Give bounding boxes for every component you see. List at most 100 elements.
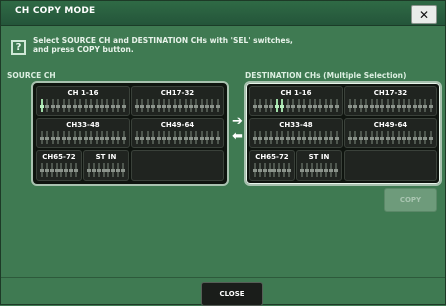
destination-chs-label: DESTINATION CHs (Multiple Selection) — [245, 71, 407, 80]
fader — [291, 99, 296, 112]
source-block-label: ST IN — [95, 153, 117, 161]
fader — [121, 131, 126, 144]
fader — [319, 163, 324, 177]
title-bar: CH COPY MODE ✕ — [1, 1, 445, 26]
dest-block-ch33-48[interactable]: CH33-48 — [249, 118, 343, 148]
fader — [323, 99, 328, 112]
fader — [418, 131, 423, 144]
fader — [167, 131, 172, 144]
fader — [110, 99, 115, 112]
fader — [83, 131, 88, 144]
fader — [391, 131, 396, 144]
window-title: CH COPY MODE — [15, 6, 96, 16]
fader — [285, 99, 290, 112]
fader — [72, 99, 77, 112]
dest-block-ch1-16[interactable]: CH 1-16 — [249, 86, 343, 116]
dest-faders-ch65-72 — [253, 163, 291, 177]
fader — [106, 163, 111, 177]
fader — [151, 131, 156, 144]
fader — [333, 163, 338, 177]
fader — [120, 163, 125, 177]
fader — [263, 99, 268, 112]
fader — [140, 131, 145, 144]
fader — [304, 163, 309, 177]
fader — [69, 163, 74, 177]
fader — [385, 99, 390, 112]
fader — [183, 131, 188, 144]
fader — [161, 131, 166, 144]
fader — [183, 99, 188, 112]
fader — [412, 131, 417, 144]
source-block-ch33-48[interactable]: CH33-48 — [36, 118, 130, 148]
close-button[interactable]: CLOSE — [201, 282, 263, 306]
fader — [45, 99, 50, 112]
fader — [49, 163, 54, 177]
dest-faders-ch1-16 — [253, 99, 339, 112]
source-block-ch17-32[interactable]: CH17-32 — [131, 86, 224, 116]
fader — [296, 99, 301, 112]
fader — [253, 131, 257, 144]
fader — [167, 99, 172, 112]
source-faders-ch49-64 — [135, 131, 220, 144]
fader — [358, 99, 363, 112]
fader — [369, 99, 374, 112]
close-window-button[interactable]: ✕ — [411, 5, 437, 24]
fader — [369, 131, 374, 144]
fader — [318, 131, 323, 144]
ch-copy-mode-window: CH COPY MODE ✕ ? Select SOURCE CH and DE… — [0, 0, 446, 306]
fader — [307, 131, 312, 144]
fader — [272, 163, 277, 177]
fader — [172, 99, 177, 112]
fader — [194, 99, 199, 112]
fader — [73, 163, 78, 177]
dest-block-ch49-64[interactable]: CH49-64 — [344, 118, 437, 148]
fader — [56, 99, 61, 112]
fader — [89, 99, 94, 112]
source-block-ch65-72[interactable]: CH65-72 — [36, 150, 82, 181]
dest-block-label: CH 1-16 — [280, 89, 312, 97]
fader — [94, 131, 99, 144]
arrow-left-icon: ⬅ — [232, 129, 243, 144]
dest-block-ch17-32[interactable]: CH17-32 — [344, 86, 437, 116]
dest-block-ch65-72[interactable]: CH65-72 — [249, 150, 295, 181]
source-block-ch49-64[interactable]: CH49-64 — [131, 118, 224, 148]
fader — [285, 131, 290, 144]
source-block-ch1-16[interactable]: CH 1-16 — [36, 86, 130, 116]
fader — [44, 163, 49, 177]
fader — [199, 99, 204, 112]
fader — [61, 131, 66, 144]
fader — [396, 99, 401, 112]
fader — [188, 99, 193, 112]
instruction-line-1: Select SOURCE CH and DESTINATION CHs wit… — [33, 36, 293, 45]
fader — [101, 163, 106, 177]
fader — [145, 99, 150, 112]
fader — [302, 131, 307, 144]
fader — [274, 131, 279, 144]
fader — [329, 131, 334, 144]
fader — [116, 131, 121, 144]
fader — [72, 131, 77, 144]
fader — [334, 131, 339, 144]
fader — [391, 99, 396, 112]
source-faders-ch1-16 — [40, 99, 126, 112]
fader — [156, 99, 161, 112]
source-faders-ch17-32 — [135, 99, 220, 112]
fader — [61, 99, 66, 112]
fader — [312, 99, 317, 112]
fader — [145, 131, 150, 144]
fader — [194, 131, 199, 144]
fader — [59, 163, 64, 177]
dest-faders-st-in — [300, 163, 338, 177]
fader — [407, 131, 412, 144]
source-block-st-in[interactable]: ST IN — [83, 150, 129, 181]
source-block-label: CH17-32 — [160, 89, 195, 97]
fader — [348, 131, 352, 144]
dest-block-label: CH33-48 — [279, 121, 313, 129]
dest-block-st-in[interactable]: ST IN — [296, 150, 342, 181]
close-button-label: CLOSE — [219, 290, 245, 298]
fader — [96, 163, 101, 177]
fader — [312, 131, 317, 144]
copy-button[interactable]: COPY — [384, 188, 437, 212]
fader — [428, 131, 433, 144]
fader — [302, 99, 307, 112]
